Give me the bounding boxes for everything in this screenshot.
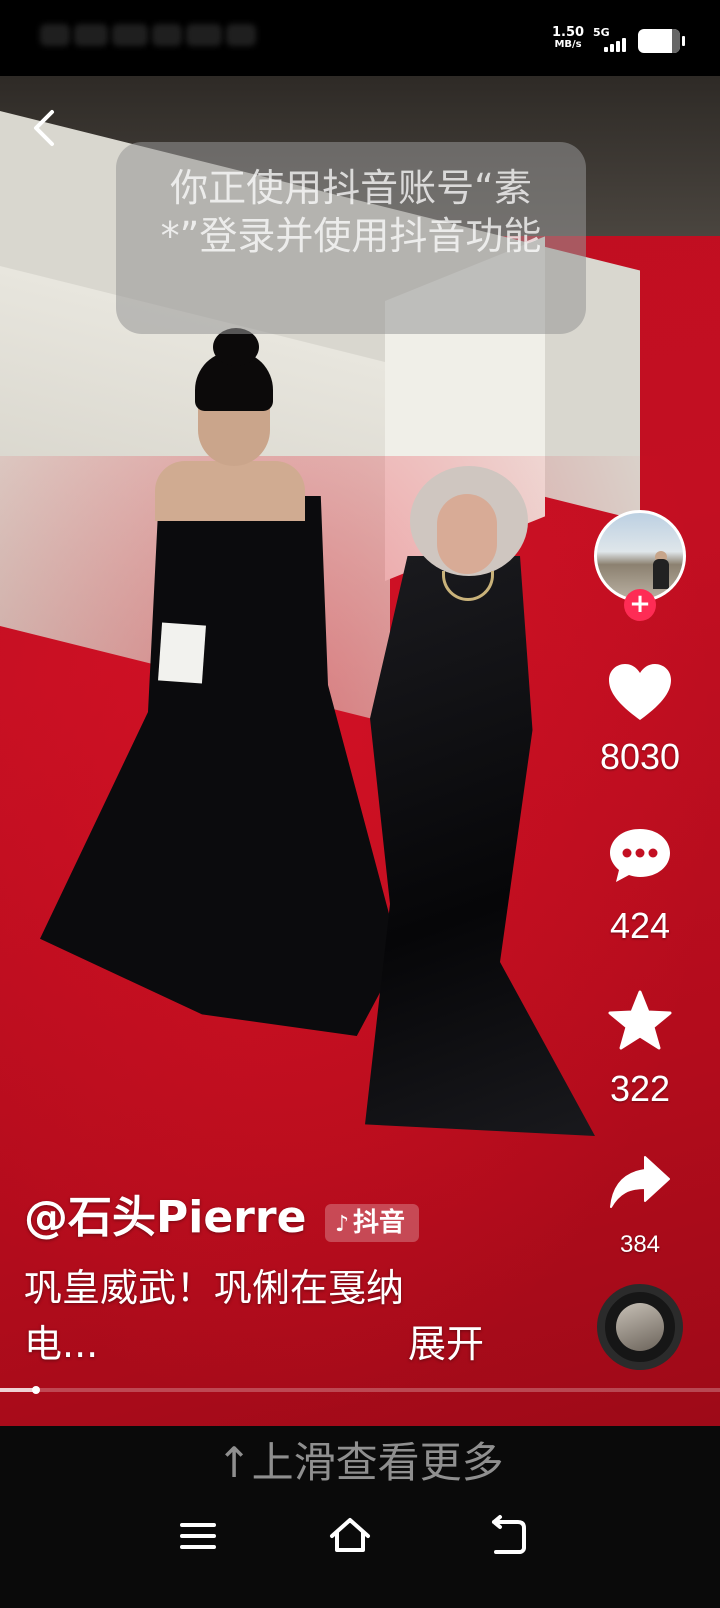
comment-count: 424: [609, 905, 671, 946]
return-icon: [492, 1515, 526, 1554]
follow-button[interactable]: +: [624, 589, 656, 621]
video-progress-fill: [0, 1388, 36, 1392]
network-speed-value: 1.50: [552, 25, 585, 40]
heart-icon: [609, 664, 671, 720]
menu-icon: [180, 1523, 216, 1549]
video-progress-bar[interactable]: [0, 1386, 720, 1394]
like-button[interactable]: 8030: [590, 662, 690, 778]
author-name[interactable]: @石头Pierre: [24, 1190, 306, 1246]
video-person-right-face: [437, 494, 497, 574]
music-disc-button[interactable]: [597, 1284, 683, 1370]
login-account-toast: 你正使用抖音账号“素*”登录并使用抖音功能: [116, 142, 586, 334]
avatar-figure-body: [653, 559, 669, 589]
app-badge-label: 抖音: [353, 1208, 406, 1238]
share-count: 384: [619, 1231, 661, 1258]
favorite-button[interactable]: 322: [590, 990, 690, 1110]
description-line-2: 电...: [24, 1322, 99, 1366]
expand-button[interactable]: 展开: [408, 1316, 484, 1372]
description-line-1: 巩皇威武！巩俐在戛纳: [24, 1266, 405, 1310]
share-button[interactable]: 384: [590, 1155, 690, 1259]
star-icon: [608, 990, 672, 1050]
bottom-bar: ↑上滑查看更多: [0, 1426, 720, 1608]
network-speed: 1.50 MB/s: [552, 26, 584, 50]
status-notification-icons: [40, 24, 270, 54]
video-person-left-shoulders: [155, 461, 305, 521]
nav-back-button[interactable]: [484, 1512, 532, 1560]
share-arrow-icon: [610, 1156, 670, 1208]
comment-icon: [610, 829, 670, 882]
music-disc-icon: [616, 1303, 664, 1351]
battery-icon: [638, 29, 685, 53]
network-speed-unit: MB/s: [554, 39, 582, 50]
like-count: 8030: [599, 736, 681, 777]
douyin-logo-icon: ♪: [335, 1212, 350, 1237]
video-progress-knob[interactable]: [32, 1386, 40, 1394]
video-description: 巩皇威武！巩俐在戛纳 电... 展开: [24, 1260, 484, 1372]
comment-button[interactable]: 424: [590, 825, 690, 947]
nav-home-button[interactable]: [326, 1512, 374, 1560]
back-button[interactable]: [26, 106, 66, 150]
video-card-paper: [158, 622, 206, 684]
status-bar: 1.50 MB/s 5G: [0, 0, 720, 76]
favorite-count: 322: [609, 1068, 671, 1109]
signal-icon: [604, 38, 630, 52]
app-badge: ♪ 抖音: [325, 1204, 420, 1242]
back-arrow-icon: [34, 110, 54, 146]
home-icon: [330, 1518, 370, 1552]
swipe-up-hint[interactable]: ↑上滑查看更多: [0, 1436, 720, 1490]
nav-menu-button[interactable]: [174, 1512, 222, 1560]
